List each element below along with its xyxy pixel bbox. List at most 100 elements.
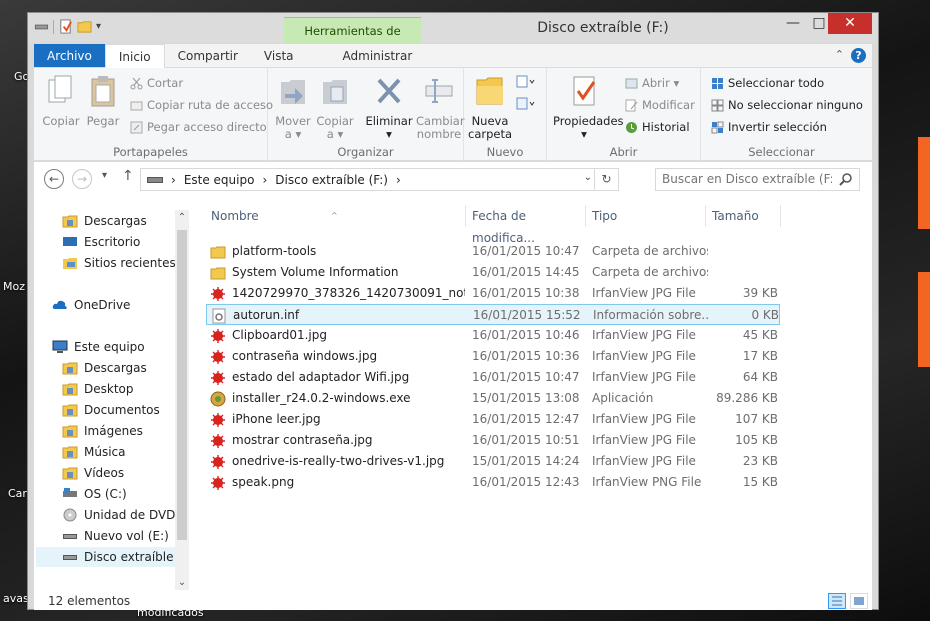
group-label-clipboard: Portapapeles xyxy=(113,145,188,159)
copy-button[interactable]: Copiar xyxy=(40,74,82,128)
copy-path-button[interactable]: Copiar ruta de acceso xyxy=(130,98,273,112)
nav-item-label: Desktop xyxy=(84,382,134,396)
file-row[interactable]: System Volume Information 16/01/2015 14:4… xyxy=(206,262,780,283)
nav-item-label: OneDrive xyxy=(74,298,131,312)
scroll-up-icon[interactable]: ⌃ xyxy=(175,212,189,223)
scroll-down-icon[interactable]: ⌄ xyxy=(175,577,189,588)
breadcrumb-separator[interactable]: › xyxy=(171,173,176,187)
nav-item[interactable]: Imágenes xyxy=(62,421,143,441)
navigation-scrollbar[interactable]: ⌃ ⌄ xyxy=(175,210,189,590)
tab-home[interactable]: Inicio xyxy=(104,44,165,68)
open-button[interactable]: Abrir ▾ xyxy=(625,76,679,90)
address-bar[interactable]: › Este equipo › Disco extraíble (F:) › ⌄… xyxy=(140,168,619,191)
move-to-button[interactable]: Mover a ▾ xyxy=(272,74,314,141)
history-button[interactable]: Historial xyxy=(625,120,690,134)
select-all-button[interactable]: Seleccionar todo xyxy=(711,76,824,90)
file-row[interactable]: mostrar contraseña.jpg 16/01/2015 10:51 Ir… xyxy=(206,430,780,451)
breadcrumb-separator[interactable]: › xyxy=(396,173,401,187)
nav-item[interactable]: Escritorio xyxy=(62,232,140,252)
invert-selection-button[interactable]: Invertir selección xyxy=(711,120,827,134)
back-button[interactable]: ← xyxy=(44,169,64,189)
nav-item[interactable]: Música xyxy=(62,442,126,462)
paste-shortcut-icon xyxy=(130,121,143,133)
breadcrumb-drive-f[interactable]: Disco extraíble (F:) xyxy=(275,173,388,187)
nav-item[interactable]: Desktop xyxy=(62,379,134,399)
copy-icon xyxy=(48,75,72,103)
nav-item[interactable]: Descargas xyxy=(62,211,147,231)
nav-item[interactable]: Vídeos xyxy=(62,463,124,483)
rename-button[interactable]: Cambiar nombre xyxy=(416,74,465,141)
nav-item[interactable]: Este equipo xyxy=(52,337,145,357)
breadcrumb-this-pc[interactable]: Este equipo xyxy=(184,173,255,187)
file-date: 16/01/2015 10:51 xyxy=(472,433,580,447)
nav-item[interactable]: OneDrive xyxy=(52,295,130,315)
details-view-button[interactable] xyxy=(828,593,846,609)
desktop-icon-label[interactable]: Car xyxy=(8,487,27,500)
nav-item-label: Música xyxy=(84,445,126,459)
tab-share[interactable]: Compartir xyxy=(165,44,251,67)
search-box[interactable] xyxy=(655,168,860,191)
file-row[interactable]: onedrive-is-really-two-drives-v1.jpg 15/0… xyxy=(206,451,780,472)
file-list: Nombre ^ Fecha de modifica... Tipo Tamañ… xyxy=(206,196,872,592)
nav-item[interactable]: Sitios recientes xyxy=(62,253,176,273)
copy-to-button[interactable]: Copiar a ▾ xyxy=(314,74,356,141)
paste-button[interactable]: Pegar xyxy=(82,74,124,128)
large-icons-view-button[interactable] xyxy=(850,593,868,609)
refresh-button[interactable]: ↻ xyxy=(594,169,618,190)
properties-button[interactable]: Propiedades ▾ xyxy=(553,74,624,141)
scrollbar-thumb[interactable] xyxy=(177,230,187,540)
nav-item[interactable]: Documentos xyxy=(62,400,160,420)
column-header-type[interactable]: Tipo xyxy=(587,205,706,227)
recent-locations-icon[interactable]: ▾ xyxy=(102,170,107,181)
nav-item[interactable]: Descargas xyxy=(62,358,147,378)
file-type: IrfanView JPG File xyxy=(592,433,696,447)
tab-file[interactable]: Archivo xyxy=(34,44,105,67)
nav-item[interactable]: Nuevo vol (E:) xyxy=(62,526,169,546)
nav-item[interactable]: Unidad de DVD R xyxy=(62,505,188,525)
up-button[interactable]: ↑ xyxy=(122,168,134,184)
delete-dropdown-icon[interactable]: ▾ xyxy=(364,128,414,141)
forward-button[interactable]: → xyxy=(72,169,92,189)
tab-manage[interactable]: Administrar xyxy=(321,44,435,67)
file-row[interactable]: autorun.inf 16/01/2015 15:52 Información s… xyxy=(206,304,780,325)
file-row[interactable]: platform-tools 16/01/2015 10:47 Carpeta de… xyxy=(206,241,780,262)
new-folder-button[interactable]: Nueva carpeta xyxy=(468,74,512,141)
new-item-icon[interactable] xyxy=(516,74,536,90)
file-row[interactable]: contraseña windows.jpg 16/01/2015 10:36 Ir… xyxy=(206,346,780,367)
search-input[interactable] xyxy=(662,172,832,186)
file-row[interactable]: estado del adaptador Wifi.jpg 16/01/2015 … xyxy=(206,367,780,388)
paste-shortcut-button[interactable]: Pegar acceso directo xyxy=(130,120,267,134)
file-row[interactable]: Clipboard01.jpg 16/01/2015 10:46 IrfanView… xyxy=(206,325,780,346)
group-organize: Mover a ▾ Copiar a ▾ Eliminar ▾ Cambiar … xyxy=(268,68,465,161)
cut-button[interactable]: Cortar xyxy=(130,76,183,90)
collapse-ribbon-icon[interactable]: ⌃ xyxy=(835,48,844,61)
help-icon[interactable]: ? xyxy=(851,48,866,63)
file-row[interactable]: 1420729970_378326_1420730091_noticia_...… xyxy=(206,283,780,304)
properties-dropdown-icon[interactable]: ▾ xyxy=(553,128,615,141)
breadcrumb-separator[interactable]: › xyxy=(262,173,267,187)
search-icon[interactable] xyxy=(839,172,853,186)
column-header-date[interactable]: Fecha de modifica... xyxy=(467,205,586,245)
delete-button[interactable]: Eliminar ▾ xyxy=(364,74,414,141)
select-none-button[interactable]: No seleccionar ninguno xyxy=(711,98,863,112)
minimize-button[interactable]: — xyxy=(780,13,806,34)
nav-item-label: Descargas xyxy=(84,214,147,228)
desktop-icon-label[interactable]: Moz xyxy=(3,280,25,293)
address-dropdown-icon[interactable]: ⌄ xyxy=(584,172,592,183)
removable-drive-icon xyxy=(63,555,77,560)
edit-button[interactable]: Modificar xyxy=(625,98,695,112)
column-header-size[interactable]: Tamaño xyxy=(707,205,781,227)
nav-item[interactable]: OS (C:) xyxy=(62,484,127,504)
tab-view[interactable]: Vista xyxy=(251,44,307,67)
title-bar[interactable]: ▾ Herramientas de unidad Disco extraíble… xyxy=(28,13,878,64)
desktop-icon-label[interactable]: avas xyxy=(3,592,29,605)
file-row[interactable]: iPhone leer.jpg 16/01/2015 12:47 IrfanView… xyxy=(206,409,780,430)
nav-item[interactable]: Disco extraíble (F xyxy=(36,547,189,567)
column-header-name[interactable]: Nombre ^ xyxy=(206,205,466,227)
easy-access-icon[interactable] xyxy=(516,96,536,112)
file-row[interactable]: installer_r24.0.2-windows.exe 15/01/2015 … xyxy=(206,388,780,409)
close-button[interactable]: ✕ xyxy=(828,13,872,34)
folder-down-icon xyxy=(62,215,78,228)
file-row[interactable]: speak.png 16/01/2015 12:43 IrfanView PNG F… xyxy=(206,472,780,493)
installer-icon xyxy=(210,391,226,406)
